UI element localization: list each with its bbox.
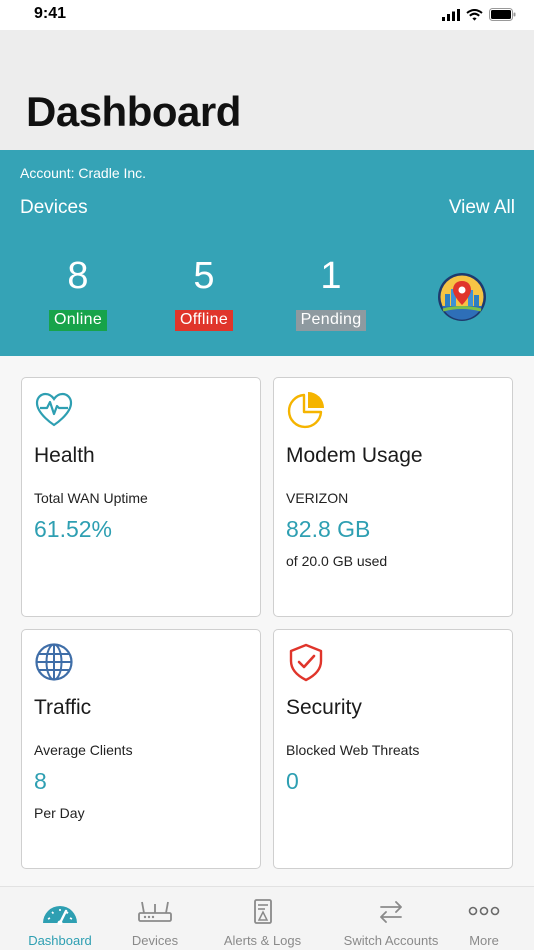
router-icon [138,901,172,922]
heart-pulse-icon [35,392,73,427]
header: Dashboard [0,30,534,150]
swap-arrows-icon [380,901,402,923]
signal-icon [442,8,460,21]
globe-icon [35,643,73,681]
view-all-link[interactable]: View All [449,197,515,219]
health-title: Health [34,444,95,467]
health-subtitle: Total WAN Uptime [34,490,148,506]
page-title: Dashboard [26,88,241,135]
offline-count: 5 [193,255,215,297]
tab-devices-label: Devices [131,933,179,948]
traffic-note: Per Day [34,805,85,821]
gauge-icon [43,906,77,925]
battery-icon [489,8,516,21]
online-count: 8 [67,255,89,297]
online-badge: Online [48,310,108,331]
tab-more[interactable]: More [445,887,523,950]
more-dots-icon [468,906,500,916]
devices-label: Devices [20,197,88,218]
pie-chart-icon [287,392,324,429]
traffic-title: Traffic [34,696,92,719]
health-value: 61.52% [34,516,113,542]
tab-switch-accounts[interactable]: Switch Accounts [335,887,447,950]
modem-carrier: VERIZON [286,490,349,506]
security-subtitle: Blocked Web Threats [286,742,420,758]
security-card[interactable]: Security Blocked Web Threats 0 [273,629,513,869]
online-stat[interactable]: 8 Online [33,254,123,331]
security-value: 0 [286,768,299,794]
devices-panel: Account: Cradle Inc. Devices View All 8 … [0,150,534,356]
offline-stat[interactable]: 5 Offline [159,254,249,331]
status-bar: 9:41 [0,0,534,30]
account-label: Account: Cradle Inc. [20,165,147,181]
modem-note: of 20.0 GB used [286,553,388,569]
tab-devices[interactable]: Devices [110,887,200,950]
tab-more-label: More [469,933,499,948]
traffic-subtitle: Average Clients [34,742,133,758]
tab-dashboard[interactable]: Dashboard [10,887,110,950]
offline-badge: Offline [174,310,234,331]
modem-title: Modem Usage [286,444,423,467]
map-pin-icon[interactable] [437,272,487,322]
traffic-value: 8 [34,768,47,794]
tab-alerts-label: Alerts & Logs [223,933,302,948]
tab-bar: Dashboard Devices Alerts & Logs Switch A… [0,886,534,950]
tab-switch-label: Switch Accounts [343,933,439,948]
health-card[interactable]: Health Total WAN Uptime 61.52% [21,377,261,617]
modem-value: 82.8 GB [286,516,371,542]
wifi-icon [466,8,483,21]
modem-usage-card[interactable]: Modem Usage VERIZON 82.8 GB of 20.0 GB u… [273,377,513,617]
pending-count: 1 [320,255,342,297]
tab-alerts-logs[interactable]: Alerts & Logs [205,887,320,950]
traffic-card[interactable]: Traffic Average Clients 8 Per Day [21,629,261,869]
status-time: 9:41 [34,5,67,22]
security-title: Security [286,696,362,719]
shield-check-icon [289,643,323,682]
pending-stat[interactable]: 1 Pending [286,254,376,331]
log-icon [253,899,272,924]
tab-dashboard-label: Dashboard [28,933,92,948]
status-icons [442,8,516,21]
pending-badge: Pending [295,310,367,331]
